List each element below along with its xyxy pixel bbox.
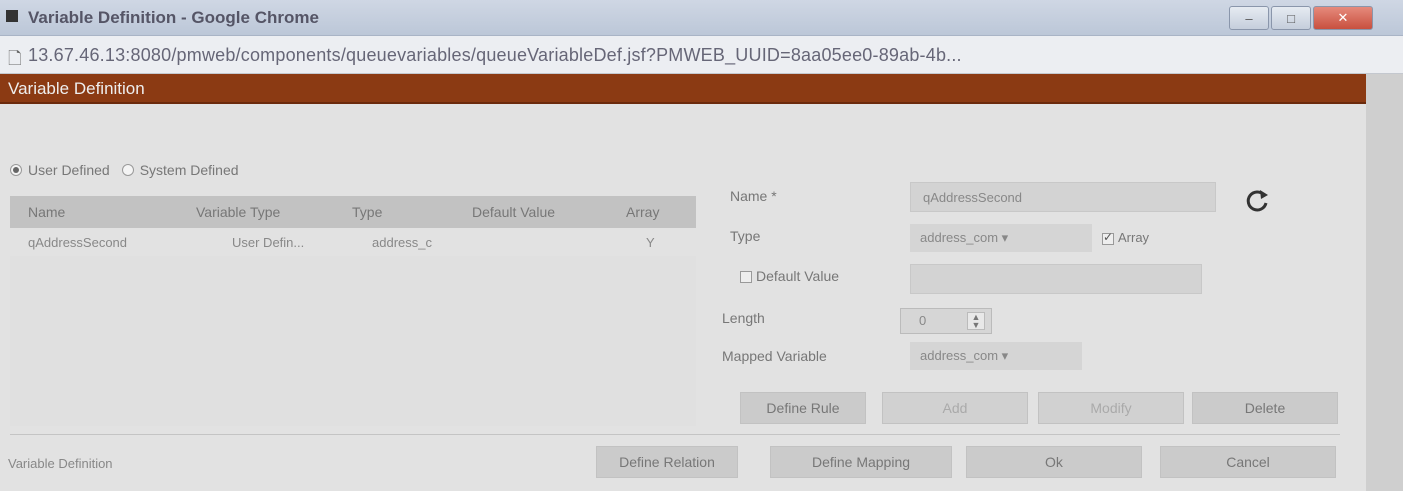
page-icon: 🗋	[8, 49, 22, 68]
default-value-checkbox-group[interactable]: Default Value	[740, 268, 839, 284]
footer-divider	[10, 434, 1340, 435]
column-header-variable-type[interactable]: Variable Type	[196, 204, 280, 220]
column-header-default-value[interactable]: Default Value	[472, 204, 555, 220]
close-window-button[interactable]: ✕	[1313, 6, 1373, 30]
array-checkbox-group[interactable]: Array	[1102, 230, 1149, 245]
minimize-button[interactable]: –	[1229, 6, 1269, 30]
default-value-input[interactable]	[910, 264, 1202, 294]
window-controls: – □ ✕	[1229, 6, 1373, 30]
type-select[interactable]: address_com ▾	[910, 224, 1092, 252]
cell-array: Y	[646, 235, 655, 250]
dialog-title-bar: Variable Definition	[0, 74, 1366, 104]
maximize-button[interactable]: □	[1271, 6, 1311, 30]
ok-button[interactable]: Ok	[966, 446, 1142, 478]
name-label: Name *	[730, 188, 777, 204]
length-label: Length	[722, 310, 765, 326]
mapped-variable-label: Mapped Variable	[722, 348, 827, 364]
variables-table-header: Name Variable Type Type Default Value Ar…	[10, 196, 696, 228]
delete-button[interactable]: Delete	[1192, 392, 1338, 424]
url-text[interactable]: 13.67.46.13:8080/pmweb/components/queuev…	[28, 45, 962, 66]
chrome-app-icon	[6, 10, 18, 22]
cell-type: address_c	[372, 235, 432, 250]
refresh-icon[interactable]	[1240, 184, 1274, 218]
define-rule-button[interactable]: Define Rule	[740, 392, 866, 424]
system-defined-label[interactable]: System Defined	[140, 162, 239, 178]
define-mapping-button[interactable]: Define Mapping	[770, 446, 952, 478]
address-bar[interactable]: 🗋 13.67.46.13:8080/pmweb/components/queu…	[0, 36, 1403, 74]
add-button[interactable]: Add	[882, 392, 1028, 424]
dialog-title: Variable Definition	[8, 79, 145, 98]
column-header-array[interactable]: Array	[626, 204, 659, 220]
array-label: Array	[1118, 230, 1150, 245]
length-stepper[interactable]: 0 ▲ ▼	[900, 308, 992, 334]
cell-variable-type: User Defin...	[232, 235, 305, 250]
browser-title-bar: Variable Definition - Google Chrome – □ …	[0, 0, 1403, 36]
cancel-button[interactable]: Cancel	[1160, 446, 1336, 478]
default-value-checkbox[interactable]	[740, 271, 752, 284]
window-edge	[1366, 74, 1403, 491]
footer-status-text: Variable Definition	[8, 456, 113, 471]
user-defined-radio[interactable]	[10, 164, 22, 176]
default-value-label: Default Value	[756, 268, 840, 284]
type-label: Type	[730, 228, 761, 244]
name-input[interactable]: qAddressSecond	[910, 182, 1216, 212]
length-value: 0	[919, 313, 927, 328]
mapped-variable-select[interactable]: address_com ▾	[910, 342, 1082, 370]
variable-filter-radio-group: User Defined System Defined	[10, 162, 245, 178]
dialog-body: User Defined System Defined Name Variabl…	[0, 104, 1366, 491]
window-title: Variable Definition - Google Chrome	[28, 8, 319, 27]
cell-name: qAddressSecond	[28, 235, 128, 250]
modify-button[interactable]: Modify	[1038, 392, 1184, 424]
column-header-type[interactable]: Type	[352, 204, 382, 220]
define-relation-button[interactable]: Define Relation	[596, 446, 738, 478]
user-defined-label[interactable]: User Defined	[28, 162, 110, 178]
table-row[interactable]: qAddressSecond User Defin... address_c Y	[10, 230, 696, 256]
column-header-name[interactable]: Name	[28, 204, 65, 220]
stepper-arrows-icon[interactable]: ▲ ▼	[967, 312, 985, 330]
system-defined-radio[interactable]	[121, 164, 134, 176]
array-checkbox[interactable]	[1102, 230, 1114, 245]
variables-list-empty-area	[10, 256, 696, 426]
